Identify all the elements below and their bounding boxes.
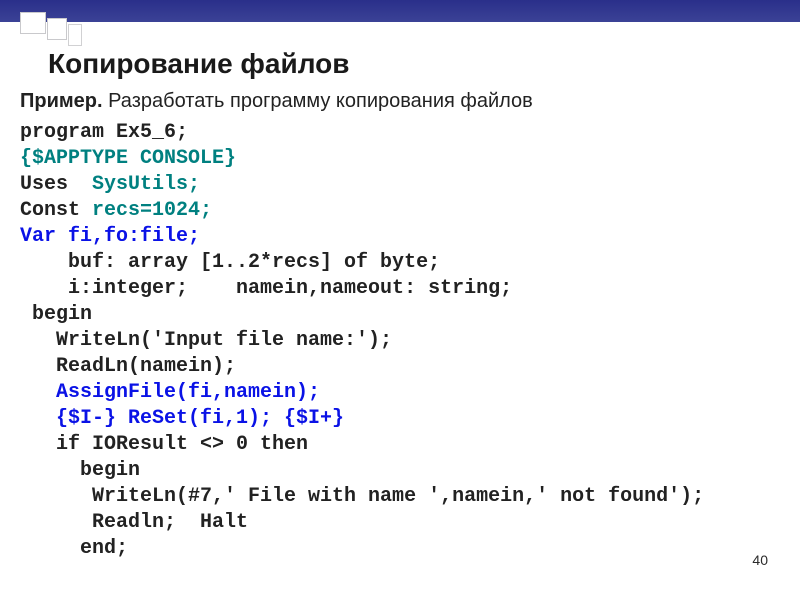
subtitle-text: Разработать программу копирования файлов [103,90,533,112]
code-line: WriteLn(#7,' File with name ',namein,' n… [20,485,704,508]
page-number: 40 [752,552,768,568]
code-line: AssignFile(fi,namein); [20,381,320,404]
header-bar [0,0,800,22]
code-line: {$APPTYPE CONSOLE} [20,147,236,170]
code-line: ReadLn(namein); [20,355,236,378]
code-line: {$I-} ReSet(fi,1); {$I+} [20,407,344,430]
code-line: begin [20,459,140,482]
code-line: WriteLn('Input file name:'); [20,329,392,352]
square-icon [68,24,82,46]
code-line: Readln; Halt [20,511,248,534]
decorative-squares [20,12,82,46]
subtitle-bold: Пример. [20,90,103,112]
code-line: Uses [20,173,92,196]
slide-subtitle: Пример. Разработать программу копировани… [20,90,533,113]
slide-title: Копирование файлов [48,48,349,80]
square-icon [47,18,67,40]
code-line: begin [20,303,92,326]
code-line: buf: array [1..2*recs] of byte; [20,251,440,274]
square-icon [20,12,46,34]
code-line: end; [20,537,128,560]
code-block: program Ex5_6; {$APPTYPE CONSOLE} Uses S… [20,120,704,562]
code-line: recs=1024; [92,199,212,222]
code-line: Var fi,fo:file; [20,225,200,248]
code-line: i:integer; namein,nameout: string; [20,277,512,300]
code-line: if IOResult <> 0 then [20,433,308,456]
code-line: Const [20,199,92,222]
code-line: SysUtils; [92,173,200,196]
code-line: program Ex5_6; [20,121,188,144]
